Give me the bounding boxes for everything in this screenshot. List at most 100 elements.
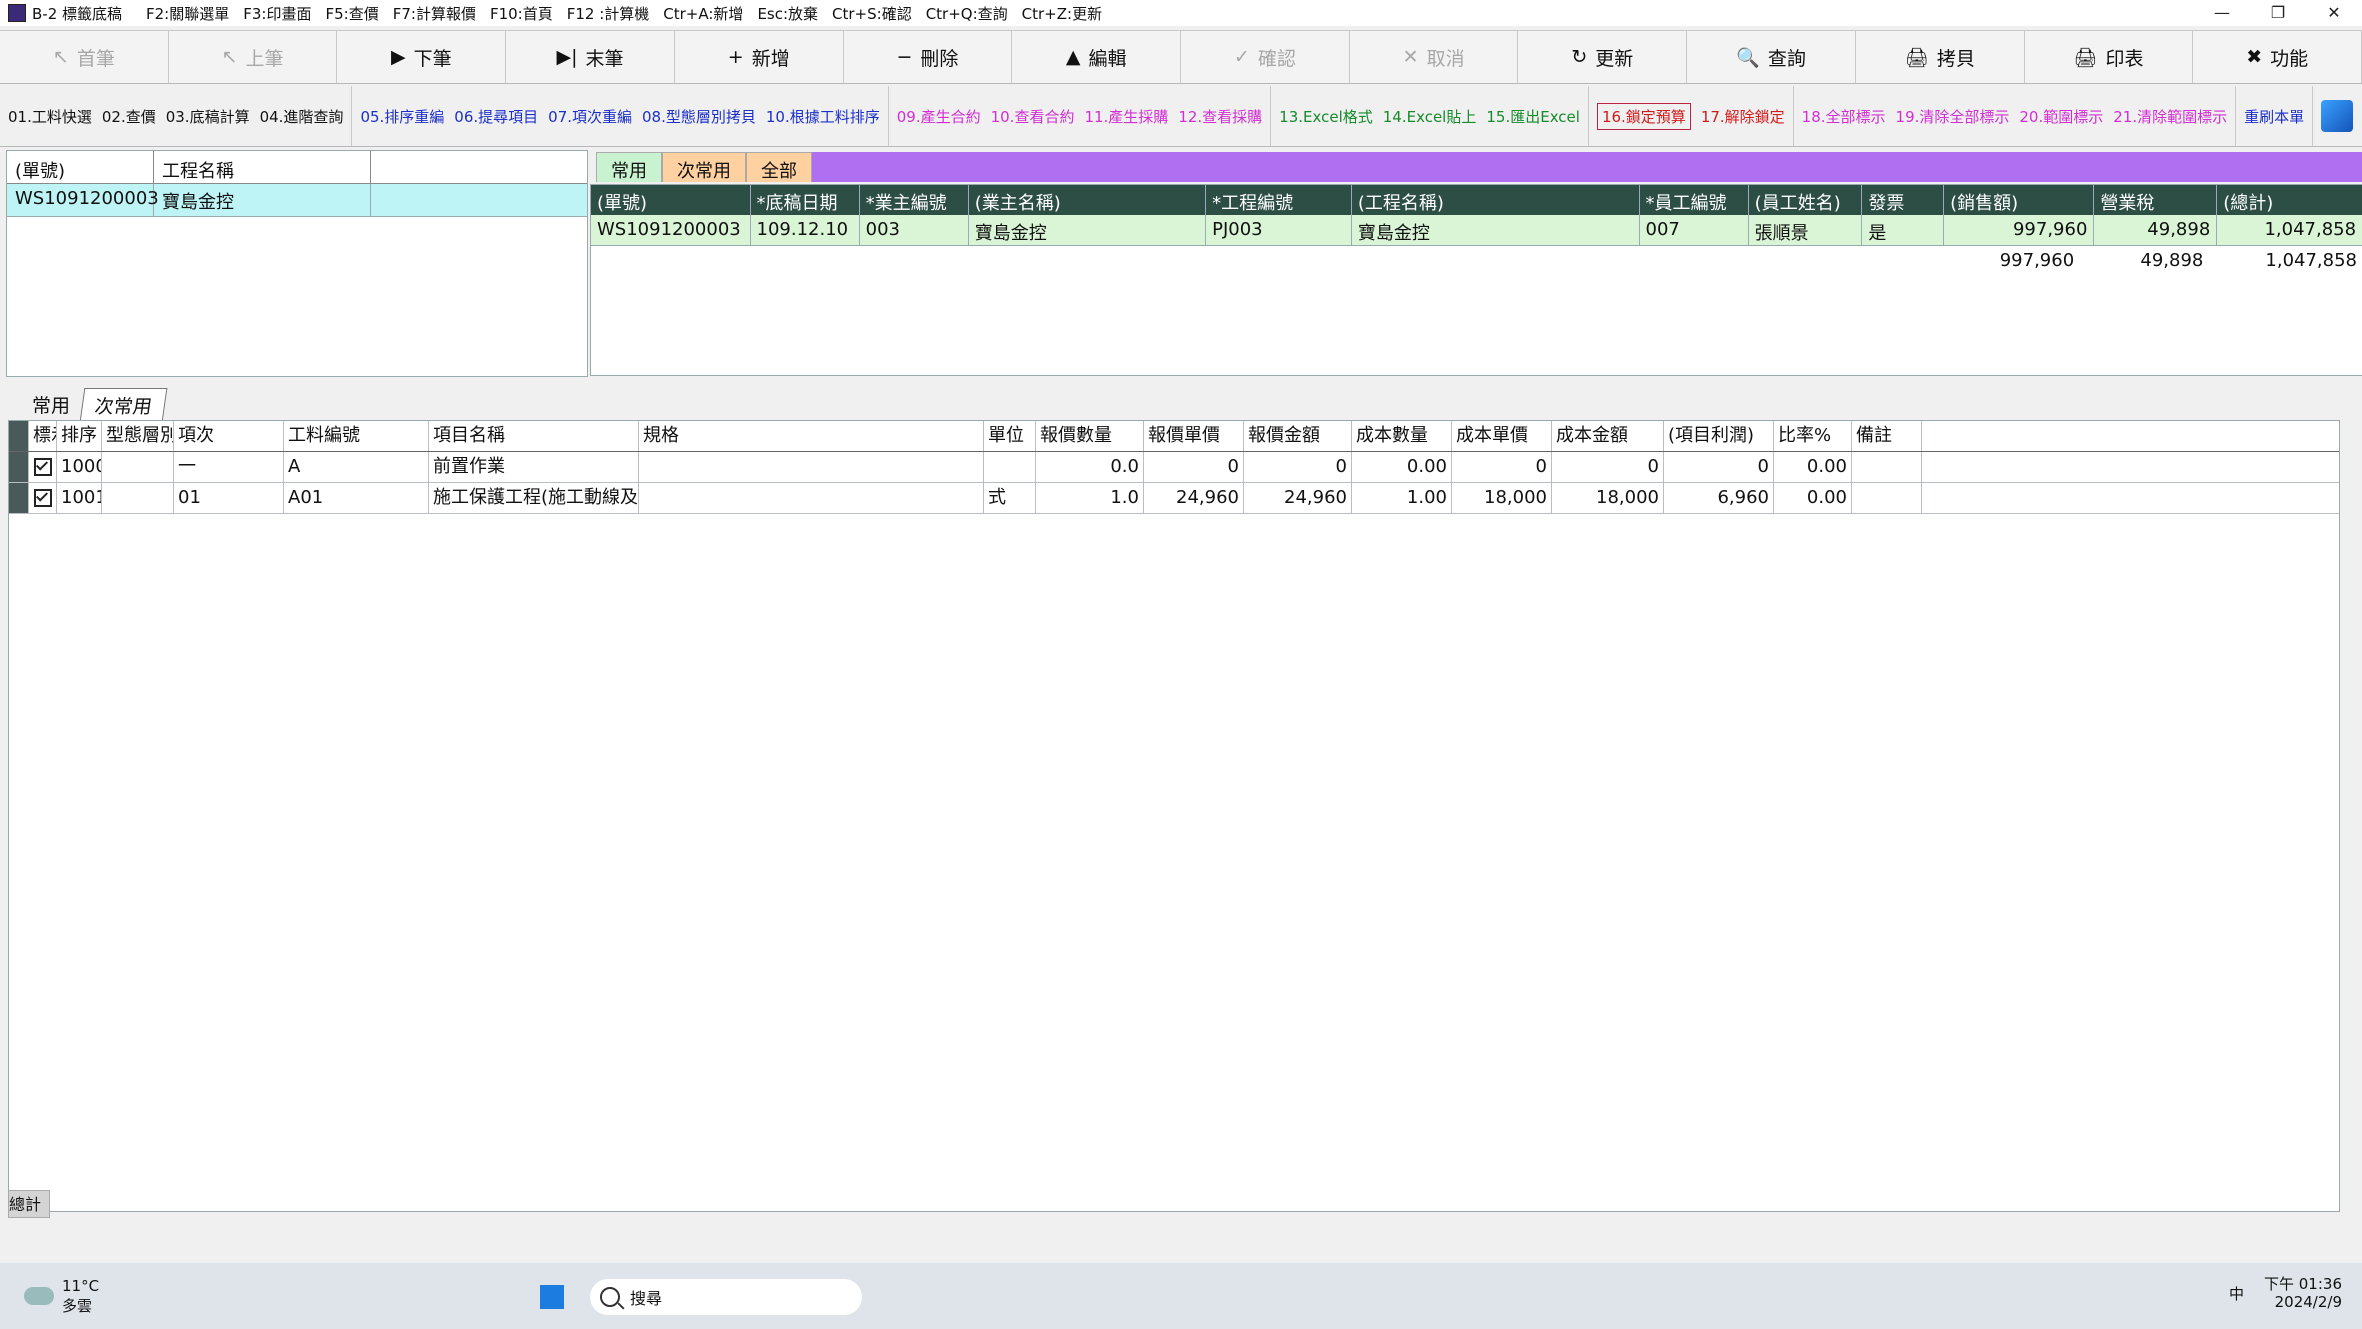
row-header[interactable] [9, 483, 29, 513]
item-grid-col[interactable]: (項目利潤) [1664, 421, 1774, 451]
clock[interactable]: 下午 01:36 2024/2/9 [2264, 1275, 2342, 1311]
header-grid-col[interactable]: 營業稅 [2094, 185, 2218, 215]
teach-button[interactable]: 教學 [2313, 86, 2362, 146]
item-cell-cqty[interactable]: 1.00 [1352, 483, 1452, 513]
menu-item[interactable]: 13.Excel格式 [1279, 106, 1373, 127]
menu-item[interactable]: 01.工料快選 [8, 106, 92, 127]
item-cell-camt[interactable]: 18,000 [1552, 483, 1664, 513]
mark-checkbox[interactable] [29, 483, 57, 513]
toolbar-button-4[interactable]: + 新增 [674, 31, 844, 83]
menu-item[interactable]: 02.查價 [102, 106, 156, 127]
header-grid-col[interactable]: (銷售額) [1944, 185, 2095, 215]
toolbar-button-9[interactable]: ↻ 更新 [1518, 31, 1688, 83]
header-grid-col[interactable]: *員工編號 [1640, 185, 1749, 215]
item-grid-col[interactable]: 工料編號 [284, 421, 429, 451]
windows-start-icon[interactable] [540, 1285, 564, 1309]
item-grid-col[interactable]: 項次 [174, 421, 284, 451]
menu-item[interactable]: 16.鎖定預算 [1596, 102, 1691, 130]
item-grid-col[interactable]: 報價金額 [1244, 421, 1352, 451]
item-cell-ratio[interactable]: 0.00 [1774, 452, 1852, 482]
toolbar-button-0[interactable]: ↖ 首筆 [0, 31, 169, 83]
toolbar-button-2[interactable]: ▶ 下筆 [337, 31, 507, 83]
menu-item[interactable]: 12.查看採購 [1178, 106, 1262, 127]
header-grid-col[interactable]: *底稿日期 [751, 185, 860, 215]
toolbar-button-10[interactable]: 🔍 查詢 [1687, 31, 1856, 83]
toolbar-button-11[interactable]: 🖨 拷貝 [1855, 31, 2025, 83]
header-grid-col[interactable]: (總計) [2217, 185, 2362, 215]
tab-common-bottom[interactable]: 常用 [20, 388, 82, 422]
toolbar-button-5[interactable]: − 刪除 [843, 31, 1013, 83]
menu-item[interactable]: 17.解除鎖定 [1701, 106, 1785, 127]
ime-indicator[interactable]: 中 [2229, 1283, 2244, 1304]
item-grid-col[interactable]: 排序 [57, 421, 102, 451]
toolbar-button-7[interactable]: ✓ 確認 [1181, 31, 1350, 83]
item-cell-cqty[interactable]: 0.00 [1352, 452, 1452, 482]
item-cell-type[interactable] [102, 483, 174, 513]
item-grid-col[interactable]: 報價單價 [1144, 421, 1244, 451]
header-grid-col[interactable]: (業主名稱) [969, 185, 1207, 215]
item-grid-col[interactable]: 備註 [1852, 421, 1922, 451]
toolbar-button-3[interactable]: ▶| 末筆 [506, 31, 675, 83]
toolbar-button-13[interactable]: ✖ 功能 [2193, 31, 2362, 83]
tab-all[interactable]: 全部 [746, 152, 812, 182]
close-button[interactable]: ✕ [2306, 0, 2362, 26]
item-cell-unit[interactable]: 式 [984, 483, 1036, 513]
maximize-button[interactable]: ❐ [2250, 0, 2306, 26]
item-cell-sort[interactable]: 10000 [57, 452, 102, 482]
item-cell-type[interactable] [102, 452, 174, 482]
toolbar-button-1[interactable]: ↖ 上筆 [168, 31, 338, 83]
mark-checkbox[interactable] [29, 452, 57, 482]
toolbar-button-8[interactable]: ✕ 取消 [1349, 31, 1519, 83]
menu-item[interactable]: 10.查看合約 [991, 106, 1075, 127]
menu-item[interactable]: 10.根據工料排序 [766, 106, 880, 127]
toolbar-button-6[interactable]: ▲ 編輯 [1012, 31, 1182, 83]
item-cell-item[interactable]: 01 [174, 483, 284, 513]
menu-item[interactable]: 06.提尋項目 [454, 106, 538, 127]
menu-item[interactable]: 20.範圍標示 [2019, 106, 2103, 127]
item-cell-note[interactable] [1852, 483, 1922, 513]
item-cell-cprice[interactable]: 18,000 [1452, 483, 1552, 513]
header-grid-col[interactable]: (單號) [591, 185, 751, 215]
header-grid-col[interactable]: (工程名稱) [1352, 185, 1640, 215]
header-grid-col[interactable]: *業主編號 [860, 185, 969, 215]
item-grid-col[interactable]: 成本數量 [1352, 421, 1452, 451]
document-row[interactable]: WS1091200003 寶島金控 [7, 184, 587, 217]
item-cell-name[interactable]: 施工保護工程(施工動線及原有地坪保護) [429, 483, 639, 513]
menu-item[interactable]: 07.項次重編 [548, 106, 632, 127]
item-grid-col[interactable]: 單位 [984, 421, 1036, 451]
item-cell-qty[interactable]: 1.0 [1036, 483, 1144, 513]
item-grid-col[interactable]: 型態層別 [102, 421, 174, 451]
menu-item[interactable]: 09.產生合約 [897, 106, 981, 127]
item-cell-amt[interactable]: 0 [1244, 452, 1352, 482]
toolbar-button-12[interactable]: 🖨 印表 [2024, 31, 2194, 83]
item-cell-price[interactable]: 24,960 [1144, 483, 1244, 513]
item-cell-cprice[interactable]: 0 [1452, 452, 1552, 482]
item-cell-profit[interactable]: 0 [1664, 452, 1774, 482]
minimize-button[interactable]: — [2194, 0, 2250, 26]
menu-item[interactable]: 03.底稿計算 [166, 106, 250, 127]
item-cell-ratio[interactable]: 0.00 [1774, 483, 1852, 513]
item-cell-code[interactable]: A [284, 452, 429, 482]
item-cell-profit[interactable]: 6,960 [1664, 483, 1774, 513]
item-cell-spec[interactable] [639, 452, 984, 482]
header-grid-col[interactable]: *工程編號 [1206, 185, 1352, 215]
menu-item[interactable]: 08.型態層別拷貝 [642, 106, 756, 127]
item-cell-item[interactable]: 一 [174, 452, 284, 482]
item-cell-name[interactable]: 前置作業 [429, 452, 639, 482]
tab-secondary-bottom[interactable]: 次常用 [79, 388, 168, 422]
tab-secondary[interactable]: 次常用 [662, 152, 746, 182]
item-cell-price[interactable]: 0 [1144, 452, 1244, 482]
header-grid-row[interactable]: WS1091200003 109.12.10 003 寶島金控 PJ003 寶島金控 007… [591, 215, 2362, 246]
item-cell-code[interactable]: A01 [284, 483, 429, 513]
item-grid-col[interactable]: 成本金額 [1552, 421, 1664, 451]
menu-item[interactable]: 11.產生採購 [1084, 106, 1168, 127]
menu-item[interactable]: 重刷本單 [2244, 106, 2304, 127]
item-grid-col[interactable]: 報價數量 [1036, 421, 1144, 451]
taskbar-search[interactable]: 搜尋 [590, 1279, 862, 1315]
menu-item[interactable]: 19.清除全部標示 [1896, 106, 2010, 127]
menu-item[interactable]: 05.排序重編 [360, 106, 444, 127]
item-cell-amt[interactable]: 24,960 [1244, 483, 1352, 513]
menu-item[interactable]: 14.Excel貼上 [1383, 106, 1477, 127]
tab-common[interactable]: 常用 [596, 152, 662, 182]
item-cell-unit[interactable] [984, 452, 1036, 482]
